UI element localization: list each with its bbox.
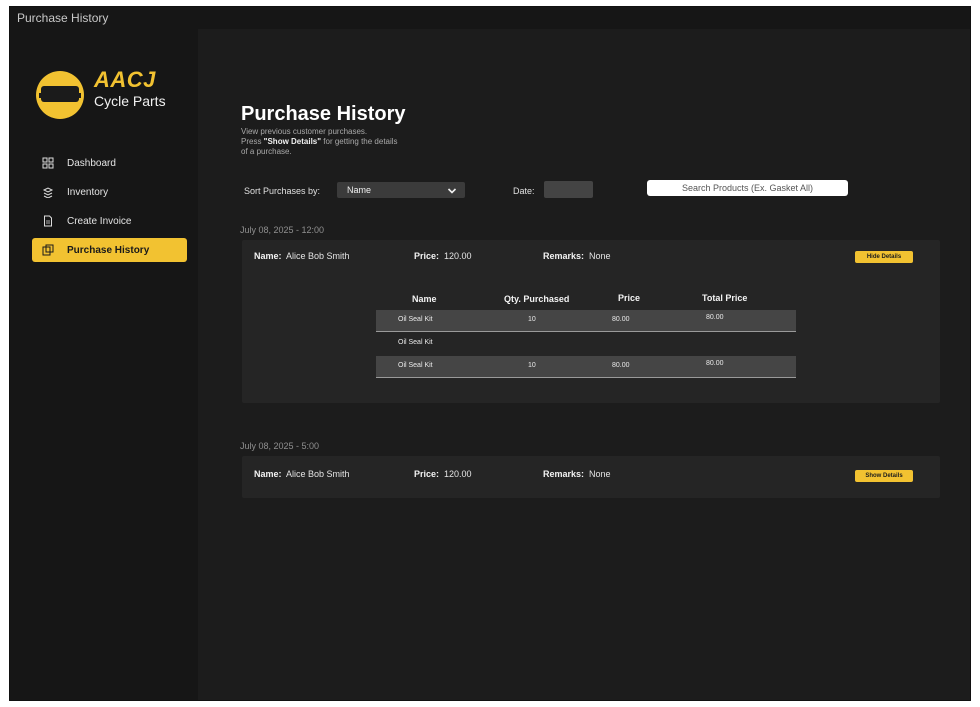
page-title: Purchase History: [241, 103, 406, 125]
table-row: Oil Seal Kit 10 80.00 80.00: [376, 356, 796, 378]
table-header-qty: Qty. Purchased: [504, 294, 570, 304]
window-titlebar: Purchase History: [10, 7, 970, 29]
sidebar-item-dashboard[interactable]: Dashboard: [32, 151, 187, 175]
table-header-price: Price: [618, 293, 641, 303]
hide-details-button[interactable]: Hide Details: [855, 251, 913, 263]
purchase-name: Name: Alice Bob Smith: [254, 469, 350, 479]
window-title: Purchase History: [17, 11, 109, 25]
date-label: Date:: [513, 186, 535, 196]
page-description: View previous customer purchases. Press …: [241, 127, 398, 156]
date-input[interactable]: [544, 181, 593, 198]
inventory-stack-icon: [42, 186, 54, 198]
purchase-card: Name: Alice Bob Smith Price: 120.00 Rema…: [242, 240, 940, 403]
show-details-button[interactable]: Show Details: [855, 470, 913, 482]
purchase-card: Name: Alice Bob Smith Price: 120.00 Rema…: [242, 456, 940, 498]
search-input[interactable]: Search Products (Ex. Gasket All): [647, 180, 848, 196]
main-content: Purchase History View previous customer …: [198, 29, 970, 700]
sort-select[interactable]: Name: [337, 182, 465, 198]
table-header-total: Total Price: [702, 293, 748, 303]
brand-name: AACJ: [94, 67, 156, 92]
purchase-datestamp: July 08, 2025 - 12:00: [240, 225, 325, 235]
dashboard-grid-icon: [42, 157, 54, 169]
document-icon: [42, 215, 54, 227]
history-icon: [42, 244, 54, 256]
sidebar-item-create-invoice[interactable]: Create Invoice: [32, 209, 187, 233]
table-row: Oil Seal Kit 10 80.00 80.00: [376, 310, 796, 332]
purchase-remarks: Remarks: None: [543, 469, 611, 479]
app-window: Purchase History AACJ Cycle Parts Dashbo…: [9, 6, 971, 701]
brand-logo: AACJ Cycle Parts: [36, 65, 186, 125]
table-row: Oil Seal Kit: [398, 339, 433, 346]
sidebar-item-label: Inventory: [67, 186, 109, 198]
purchase-remarks: Remarks: None: [543, 251, 611, 261]
purchase-price: Price: 120.00: [414, 469, 472, 479]
sort-select-value: Name: [347, 185, 372, 195]
sidebar-item-label: Purchase History: [67, 244, 150, 256]
purchase-name: Name: Alice Bob Smith: [254, 251, 350, 261]
purchase-datestamp: July 08, 2025 - 5:00: [240, 441, 320, 451]
table-header-name: Name: [412, 294, 437, 304]
sidebar-item-inventory[interactable]: Inventory: [32, 180, 187, 204]
sidebar-item-purchase-history[interactable]: Purchase History: [32, 238, 187, 262]
sidebar: AACJ Cycle Parts Dashboard Inventory Cre…: [10, 29, 198, 700]
motorcycle-badge-icon: [36, 71, 84, 119]
brand-subtitle: Cycle Parts: [94, 93, 166, 109]
sidebar-item-label: Create Invoice: [67, 215, 132, 227]
sidebar-item-label: Dashboard: [67, 157, 116, 169]
purchase-price: Price: 120.00: [414, 251, 472, 261]
sidebar-nav: Dashboard Inventory Create Invoice Purch…: [32, 151, 187, 267]
chevron-down-icon: [447, 185, 457, 201]
sort-label: Sort Purchases by:: [244, 186, 321, 196]
